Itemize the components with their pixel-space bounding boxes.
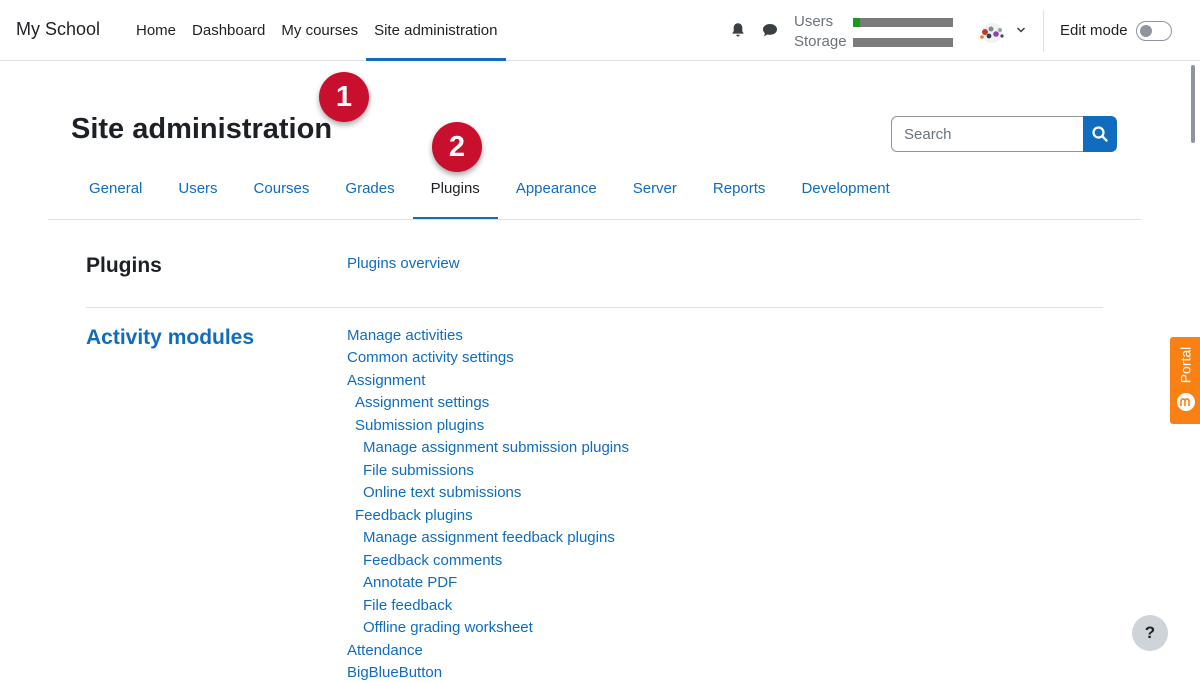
- admin-tabs: General Users Courses Grades Plugins App…: [71, 168, 908, 220]
- tab-server[interactable]: Server: [615, 168, 695, 220]
- link-bigbluebutton[interactable]: BigBlueButton: [347, 664, 442, 681]
- link-assignment-settings[interactable]: Assignment settings: [355, 394, 489, 411]
- tab-users[interactable]: Users: [160, 168, 235, 220]
- toggle-knob: [1140, 25, 1152, 37]
- link-file-feedback[interactable]: File feedback: [363, 597, 452, 614]
- search-input[interactable]: [891, 116, 1084, 152]
- link-plugins-overview[interactable]: Plugins overview: [347, 255, 460, 272]
- storage-quota-label: Storage: [794, 33, 847, 50]
- tab-courses[interactable]: Courses: [236, 168, 328, 220]
- tab-appearance[interactable]: Appearance: [498, 168, 615, 220]
- tabs-divider: [48, 219, 1141, 220]
- users-quota-fill: [853, 18, 860, 27]
- user-avatar[interactable]: [974, 22, 1010, 44]
- link-submission-plugins[interactable]: Submission plugins: [355, 417, 484, 434]
- top-navbar: My School Home Dashboard My courses Site…: [0, 0, 1200, 61]
- help-button[interactable]: ?: [1132, 615, 1168, 651]
- chevron-down-icon[interactable]: [1016, 26, 1026, 34]
- nav-home[interactable]: Home: [128, 0, 184, 60]
- tab-reports[interactable]: Reports: [695, 168, 784, 220]
- search-icon: [1092, 126, 1108, 142]
- edit-mode-toggle[interactable]: [1136, 21, 1172, 41]
- moodle-logo-icon: [1177, 393, 1195, 411]
- section-title-activity-modules[interactable]: Activity modules: [86, 326, 254, 350]
- tab-plugins[interactable]: Plugins: [412, 168, 499, 220]
- navbar-divider: [1043, 10, 1044, 52]
- link-annotate-pdf[interactable]: Annotate PDF: [363, 574, 457, 591]
- tab-development[interactable]: Development: [783, 168, 907, 220]
- portal-label-wrap: Portal: [1172, 343, 1198, 387]
- site-name[interactable]: My School: [16, 19, 100, 40]
- search-button[interactable]: [1083, 116, 1117, 152]
- primary-navigation: Home Dashboard My courses Site administr…: [128, 0, 506, 61]
- nav-my-courses[interactable]: My courses: [273, 0, 366, 60]
- link-manage-activities[interactable]: Manage activities: [347, 327, 463, 344]
- tab-grades[interactable]: Grades: [327, 168, 412, 220]
- chat-bubble-icon[interactable]: [761, 21, 779, 39]
- link-offline-grading-worksheet[interactable]: Offline grading worksheet: [363, 619, 533, 636]
- link-feedback-plugins[interactable]: Feedback plugins: [355, 507, 473, 524]
- portal-tab[interactable]: Portal: [1170, 337, 1200, 424]
- link-feedback-comments[interactable]: Feedback comments: [363, 552, 502, 569]
- tab-general[interactable]: General: [71, 168, 160, 220]
- users-quota-bar: [853, 18, 953, 27]
- scrollbar-thumb[interactable]: [1191, 65, 1195, 143]
- link-attendance[interactable]: Attendance: [347, 642, 423, 659]
- nav-site-administration[interactable]: Site administration: [366, 0, 506, 61]
- bell-icon[interactable]: [729, 21, 747, 39]
- link-common-activity-settings[interactable]: Common activity settings: [347, 349, 514, 366]
- section-title-plugins: Plugins: [86, 254, 162, 277]
- link-online-text-submissions[interactable]: Online text submissions: [363, 484, 521, 501]
- section-divider: [86, 307, 1103, 308]
- step-badge-2: 2: [432, 122, 482, 172]
- storage-quota-bar: [853, 38, 953, 47]
- quota-labels: Users Storage: [794, 12, 847, 52]
- edit-mode-label: Edit mode: [1060, 22, 1128, 39]
- nav-dashboard[interactable]: Dashboard: [184, 0, 273, 60]
- portal-label: Portal: [1177, 346, 1194, 384]
- link-manage-feedback-plugins[interactable]: Manage assignment feedback plugins: [363, 529, 615, 546]
- link-file-submissions[interactable]: File submissions: [363, 462, 474, 479]
- link-assignment[interactable]: Assignment: [347, 372, 425, 389]
- users-quota-label: Users: [794, 13, 834, 30]
- link-manage-submission-plugins[interactable]: Manage assignment submission plugins: [363, 439, 629, 456]
- page-title: Site administration: [71, 113, 333, 145]
